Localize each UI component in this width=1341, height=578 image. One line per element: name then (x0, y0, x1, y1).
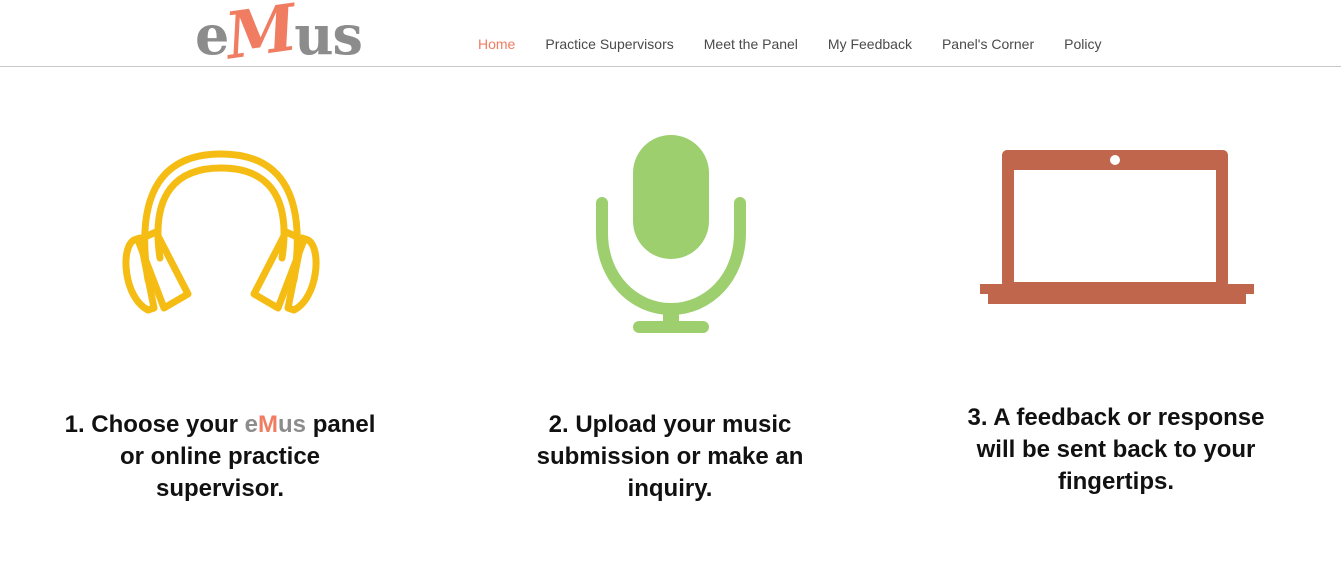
step-2-line-2: submission or make an (536, 443, 804, 470)
nav-meet-the-panel[interactable]: Meet the Panel (704, 36, 798, 52)
step-3-line-2: will be sent back to your (976, 436, 1256, 463)
headphones-icon (122, 150, 320, 314)
step-1-line-1: 1. Choose your eMus panel (64, 411, 376, 438)
nav-policy[interactable]: Policy (1064, 36, 1101, 52)
step-1-text: 1. Choose your eMus panel or online prac… (40, 409, 400, 505)
step-2-text: 2. Upload your music submission or make … (490, 409, 850, 505)
nav-practice-supervisors[interactable]: Practice Supervisors (545, 36, 673, 52)
nav-home[interactable]: Home (478, 36, 515, 52)
laptop-icon (980, 150, 1254, 304)
logo-us: us (294, 3, 363, 67)
microphone-icon (596, 135, 746, 333)
main-nav: Home Practice Supervisors Meet the Panel… (478, 36, 1102, 52)
emus-logo[interactable]: eMus (195, 0, 363, 75)
step-2-line-1: 2. Upload your music (548, 411, 792, 438)
step-1-line-3: supervisor. (155, 475, 285, 502)
site-header: eMus Home Practice Supervisors Meet the … (0, 0, 1341, 75)
brand-e: e (244, 411, 259, 438)
brand-m: M (258, 411, 279, 438)
step-3-line-3: fingertips. (1057, 468, 1174, 495)
step-1-line-2: or online practice (119, 443, 321, 470)
step-3-text: 3. A feedback or response will be sent b… (936, 402, 1296, 498)
brand-us: us (278, 411, 307, 438)
step-2-line-3: inquiry. (627, 475, 713, 502)
step-3-line-1: 3. A feedback or response (967, 404, 1265, 431)
logo-m: M (221, 0, 302, 75)
nav-panels-corner[interactable]: Panel's Corner (942, 36, 1034, 52)
nav-my-feedback[interactable]: My Feedback (828, 36, 912, 52)
